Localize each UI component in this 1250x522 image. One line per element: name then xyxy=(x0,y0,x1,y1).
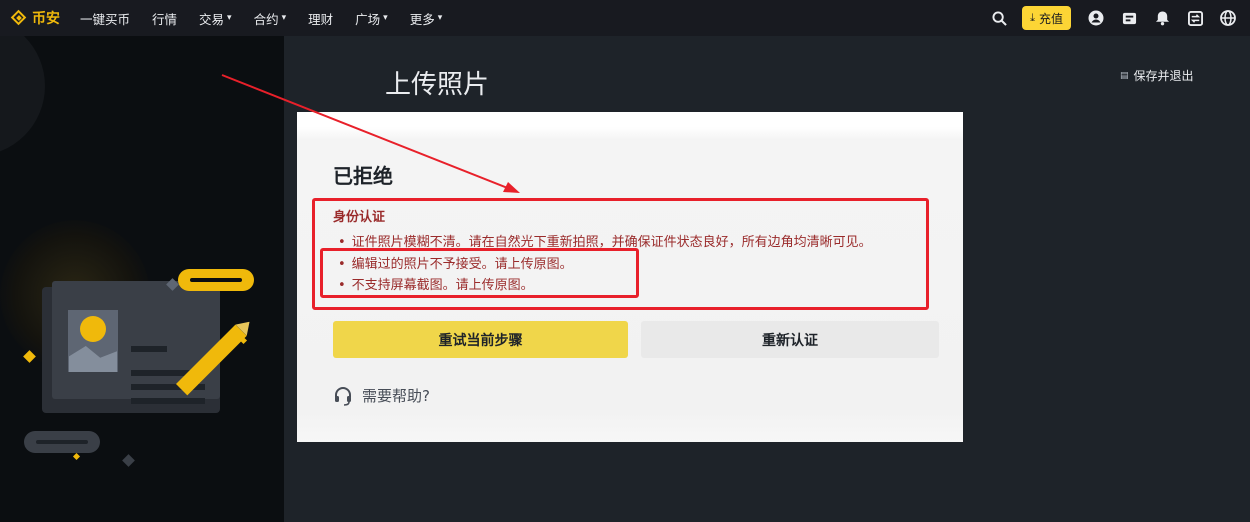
annotation-arrow xyxy=(221,74,520,193)
